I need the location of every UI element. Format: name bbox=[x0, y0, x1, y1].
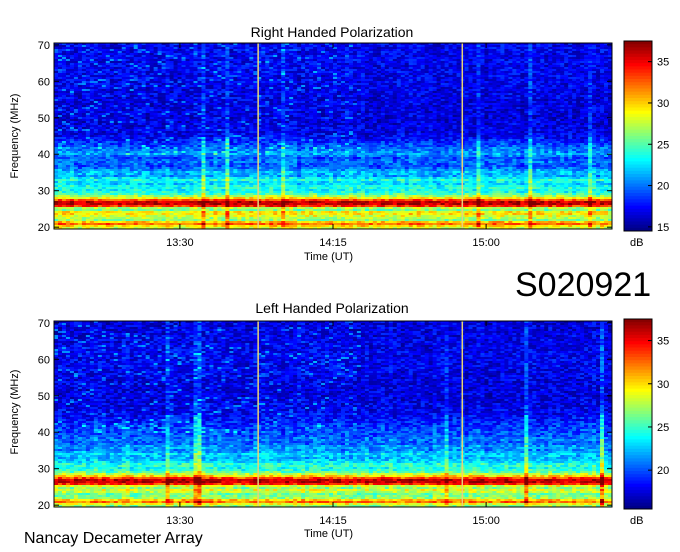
heatmap-cells bbox=[54, 43, 613, 230]
right-polarization-spectrogram: 20304050607013:30 14:15 15:001520253035 bbox=[38, 40, 670, 249]
right-polarization-panel: Right Handed Polarization 20 30 40 50 60 70 13… bbox=[0, 0, 680, 270]
